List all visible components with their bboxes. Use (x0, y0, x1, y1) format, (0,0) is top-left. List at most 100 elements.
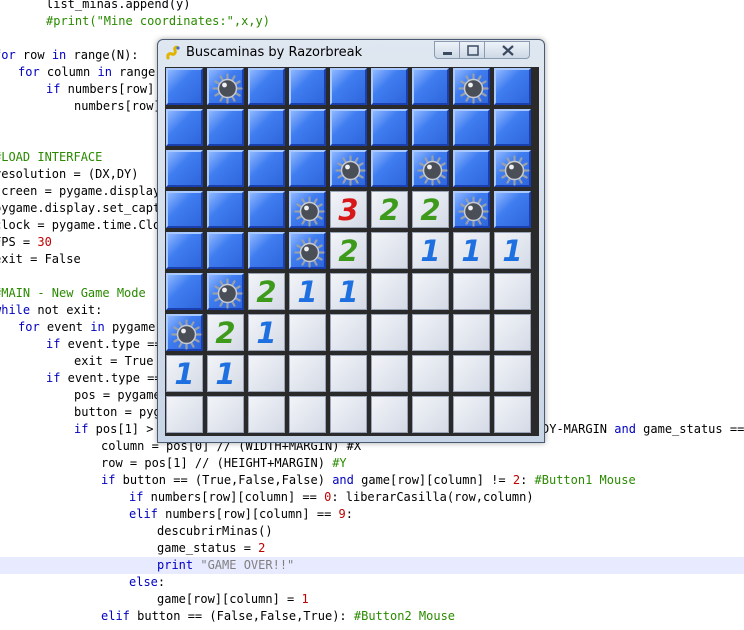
covered-cell[interactable] (248, 109, 285, 146)
number-cell[interactable]: 1 (166, 355, 203, 392)
empty-cell[interactable] (412, 355, 449, 392)
code-line[interactable]: list_minas.append(y) (0, 0, 744, 13)
covered-cell[interactable] (412, 68, 449, 105)
covered-cell[interactable] (166, 191, 203, 228)
covered-cell[interactable] (289, 150, 326, 187)
covered-cell[interactable] (289, 68, 326, 105)
empty-cell[interactable] (248, 396, 285, 433)
number-cell[interactable]: 2 (371, 191, 408, 228)
covered-cell[interactable] (248, 232, 285, 269)
number-cell[interactable]: 1 (248, 314, 285, 351)
covered-cell[interactable] (166, 109, 203, 146)
mine-cell[interactable] (289, 191, 326, 228)
empty-cell[interactable] (412, 314, 449, 351)
empty-cell[interactable] (371, 314, 408, 351)
window-title: Buscaminas by Razorbreak (186, 45, 363, 60)
number-cell[interactable]: 1 (453, 232, 490, 269)
covered-cell[interactable] (166, 273, 203, 310)
mine-cell[interactable] (412, 150, 449, 187)
empty-cell[interactable] (166, 396, 203, 433)
covered-cell[interactable] (289, 109, 326, 146)
empty-cell[interactable] (289, 314, 326, 351)
covered-cell[interactable] (453, 109, 490, 146)
covered-cell[interactable] (248, 150, 285, 187)
code-line[interactable]: game_status = 2 (0, 540, 744, 557)
covered-cell[interactable] (166, 68, 203, 105)
covered-cell[interactable] (494, 68, 531, 105)
code-line[interactable]: elif button == (False,False,True): #Butt… (0, 608, 744, 625)
code-line[interactable]: #print("Mine coordinates:",x,y) (0, 13, 744, 30)
covered-cell[interactable] (207, 191, 244, 228)
code-line[interactable]: if button == (True,False,False) and game… (0, 472, 744, 489)
code-line[interactable]: if numbers[row][column] == 0: liberarCas… (0, 489, 744, 506)
covered-cell[interactable] (166, 150, 203, 187)
empty-cell[interactable] (248, 355, 285, 392)
covered-cell[interactable] (412, 109, 449, 146)
empty-cell[interactable] (453, 314, 490, 351)
empty-cell[interactable] (289, 396, 326, 433)
mine-cell[interactable] (330, 150, 367, 187)
covered-cell[interactable] (453, 150, 490, 187)
empty-cell[interactable] (453, 273, 490, 310)
empty-cell[interactable] (371, 273, 408, 310)
number-cell[interactable]: 1 (330, 273, 367, 310)
covered-cell[interactable] (207, 150, 244, 187)
number-cell[interactable]: 1 (494, 232, 531, 269)
empty-cell[interactable] (494, 314, 531, 351)
mine-cell[interactable] (207, 273, 244, 310)
covered-cell[interactable] (248, 68, 285, 105)
empty-cell[interactable] (453, 355, 490, 392)
mine-cell[interactable] (453, 191, 490, 228)
empty-cell[interactable] (494, 396, 531, 433)
covered-cell[interactable] (330, 109, 367, 146)
empty-cell[interactable] (371, 396, 408, 433)
covered-cell[interactable] (207, 232, 244, 269)
covered-cell[interactable] (207, 109, 244, 146)
code-line[interactable]: else: (0, 574, 744, 591)
covered-cell[interactable] (371, 150, 408, 187)
covered-cell[interactable] (248, 191, 285, 228)
title-bar[interactable]: Buscaminas by Razorbreak (158, 40, 544, 66)
empty-cell[interactable] (494, 355, 531, 392)
empty-cell[interactable] (494, 273, 531, 310)
number-cell[interactable]: 1 (207, 355, 244, 392)
code-token: resolution = (DX,DY) (0, 167, 139, 181)
empty-cell[interactable] (330, 314, 367, 351)
code-line[interactable]: print "GAME OVER!!" (0, 557, 744, 574)
covered-cell[interactable] (494, 191, 531, 228)
number-cell[interactable]: 3 (330, 191, 367, 228)
mine-cell[interactable] (166, 314, 203, 351)
number-cell[interactable]: 1 (412, 232, 449, 269)
number-cell[interactable]: 2 (412, 191, 449, 228)
code-line[interactable]: descubrirMinas() (0, 523, 744, 540)
number-cell[interactable]: 1 (289, 273, 326, 310)
empty-cell[interactable] (207, 396, 244, 433)
mine-cell[interactable] (494, 150, 531, 187)
close-button[interactable] (484, 41, 530, 59)
covered-cell[interactable] (371, 109, 408, 146)
maximize-button[interactable] (459, 41, 485, 59)
code-line[interactable]: game[row][column] = 1 (0, 591, 744, 608)
number-cell[interactable]: 2 (330, 232, 367, 269)
mine-cell[interactable] (453, 68, 490, 105)
covered-cell[interactable] (166, 232, 203, 269)
code-line[interactable]: elif numbers[row][column] == 9: (0, 506, 744, 523)
mine-cell[interactable] (207, 68, 244, 105)
empty-cell[interactable] (412, 396, 449, 433)
code-token: #Button2 Mouse (353, 609, 456, 623)
empty-cell[interactable] (371, 232, 408, 269)
empty-cell[interactable] (330, 355, 367, 392)
empty-cell[interactable] (289, 355, 326, 392)
covered-cell[interactable] (494, 109, 531, 146)
number-cell[interactable]: 2 (248, 273, 285, 310)
empty-cell[interactable] (330, 396, 367, 433)
empty-cell[interactable] (453, 396, 490, 433)
code-line[interactable]: row = pos[1] // (HEIGHT+MARGIN) #Y (0, 455, 744, 472)
mine-cell[interactable] (289, 232, 326, 269)
empty-cell[interactable] (412, 273, 449, 310)
covered-cell[interactable] (371, 68, 408, 105)
minimize-button[interactable] (434, 41, 460, 59)
empty-cell[interactable] (371, 355, 408, 392)
number-cell[interactable]: 2 (207, 314, 244, 351)
covered-cell[interactable] (330, 68, 367, 105)
